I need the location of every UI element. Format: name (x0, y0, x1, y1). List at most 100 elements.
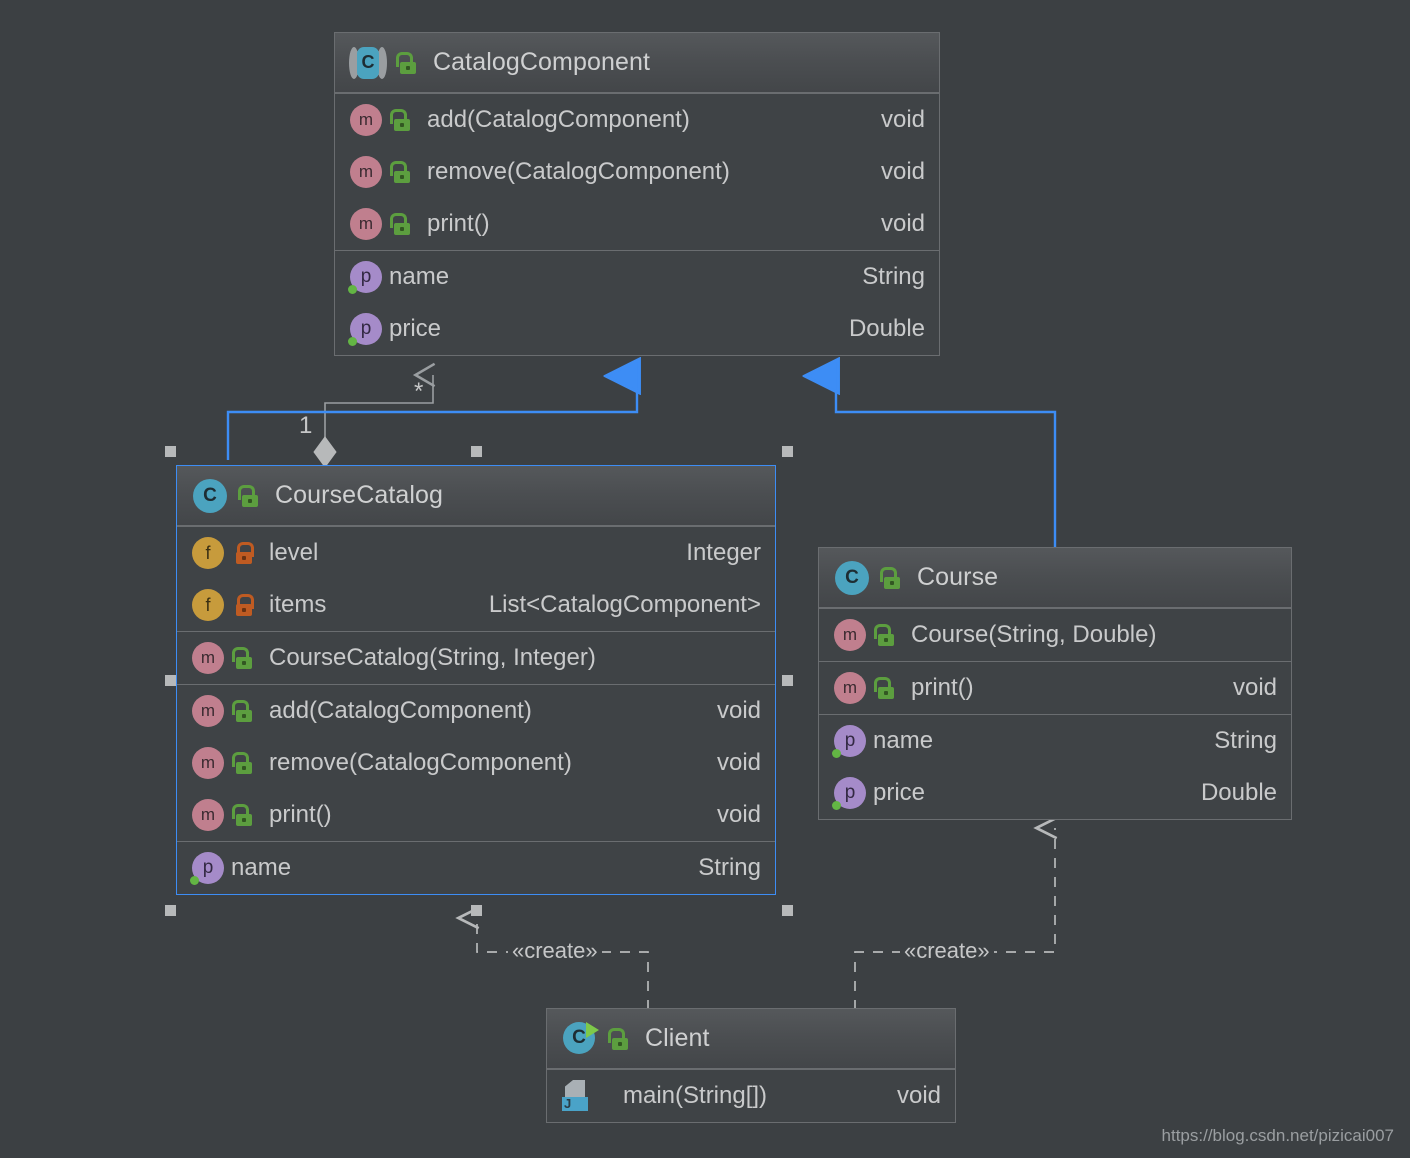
constructor-section: m Course(String, Double) (819, 608, 1291, 661)
member-row[interactable]: p price Double (819, 767, 1291, 819)
runnable-class-icon: C (561, 1020, 599, 1058)
selection-handle-top-center[interactable] (471, 446, 482, 457)
property-section: p name String (177, 841, 775, 894)
method-icon: m (349, 155, 383, 189)
uml-diagram-canvas[interactable]: CourseCatalog --> Course --> * 1 «create… (0, 0, 1410, 1158)
member-type: List<CatalogComponent> (488, 591, 761, 618)
member-label: name (389, 263, 450, 290)
selection-handle-middle-left[interactable] (165, 675, 176, 686)
unlock-green-icon (873, 622, 899, 648)
member-type: String (698, 854, 761, 881)
edge-inheritance-course-catalogcomponent (836, 376, 1057, 548)
selection-handle-bottom-center[interactable] (471, 905, 482, 916)
member-row[interactable]: m remove(CatalogComponent) void (335, 146, 939, 198)
property-icon: p (348, 260, 383, 294)
selection-handle-bottom-left[interactable] (165, 905, 176, 916)
member-row[interactable]: p name String (177, 842, 775, 894)
member-label: print() (911, 674, 974, 701)
class-node-coursecatalog[interactable]: C CourseCatalog f level Integer f items … (176, 465, 776, 895)
class-name-course: Course (917, 563, 999, 591)
member-label: main(String[]) (623, 1082, 768, 1109)
method-icon: m (191, 641, 225, 675)
property-icon: p (832, 776, 867, 810)
interface-icon: C (349, 44, 387, 82)
unlock-green-icon (879, 565, 905, 591)
method-icon: m (191, 798, 225, 832)
unlock-green-icon (395, 50, 421, 76)
selection-handle-middle-right[interactable] (782, 675, 793, 686)
method-icon: m (349, 103, 383, 137)
member-row[interactable]: p price Double (335, 303, 939, 355)
watermark-url: https://blog.csdn.net/pizicai007 (1161, 1126, 1394, 1145)
edge-dependency-client-coursecatalog (455, 906, 649, 1010)
java-main-icon: J (561, 1079, 595, 1113)
class-header-catalogcomponent: C CatalogComponent (335, 33, 939, 93)
class-icon: C (191, 477, 229, 515)
member-type: void (880, 210, 925, 237)
member-row[interactable]: m add(CatalogComponent) void (335, 94, 939, 146)
member-row[interactable]: m CourseCatalog(String, Integer) (177, 632, 775, 684)
property-icon: p (348, 312, 383, 346)
edge-inheritance-coursecatalog-catalogcomponent (226, 376, 637, 460)
member-row[interactable]: p name String (819, 715, 1291, 767)
member-type: void (880, 158, 925, 185)
member-type: void (880, 106, 925, 133)
member-row[interactable]: J main(String[]) void (547, 1070, 955, 1122)
unlock-green-icon (389, 211, 415, 237)
class-header-course: C Course (819, 548, 1291, 608)
class-header-client: C Client (547, 1009, 955, 1069)
member-row[interactable]: m print() void (819, 662, 1291, 714)
class-icon: C (833, 559, 871, 597)
unlock-green-icon (389, 159, 415, 185)
member-label: add(CatalogComponent) (427, 106, 690, 133)
selection-handle-top-left[interactable] (165, 446, 176, 457)
unlock-green-icon (231, 750, 257, 776)
member-label: add(CatalogComponent) (269, 697, 532, 724)
member-type: void (716, 697, 761, 724)
member-label: CourseCatalog(String, Integer) (269, 644, 596, 671)
method-section: m print() void (819, 661, 1291, 714)
member-label: print() (269, 801, 332, 828)
aggregation-source-multiplicity: 1 (299, 412, 313, 439)
member-row[interactable]: m add(CatalogComponent) void (177, 685, 775, 737)
class-header-coursecatalog: C CourseCatalog (177, 466, 775, 526)
class-node-catalogcomponent[interactable]: C CatalogComponent m add(CatalogComponen… (334, 32, 940, 356)
member-label: print() (427, 210, 490, 237)
class-name-client: Client (645, 1024, 710, 1052)
member-row[interactable]: f level Integer (177, 527, 775, 579)
unlock-green-icon (607, 1026, 633, 1052)
field-icon: f (191, 536, 225, 570)
member-row[interactable]: p name String (335, 251, 939, 303)
member-label: name (873, 727, 934, 754)
field-section: f level Integer f items List<CatalogComp… (177, 526, 775, 631)
method-icon: m (191, 694, 225, 728)
member-type: void (716, 749, 761, 776)
member-row[interactable]: m print() void (177, 789, 775, 841)
selection-handle-top-right[interactable] (782, 446, 793, 457)
method-icon: m (833, 618, 867, 652)
selection-handle-bottom-right[interactable] (782, 905, 793, 916)
property-icon: p (190, 851, 225, 885)
dependency-stereotype-course: «create» (900, 938, 994, 964)
class-node-client[interactable]: C Client J main(String[]) void (546, 1008, 956, 1123)
member-label: Course(String, Double) (911, 621, 1157, 648)
constructor-section: m CourseCatalog(String, Integer) (177, 631, 775, 684)
member-label: remove(CatalogComponent) (269, 749, 572, 776)
lock-orange-icon (231, 540, 257, 566)
member-label: remove(CatalogComponent) (427, 158, 730, 185)
class-node-course[interactable]: C Course m Course(String, Double) m prin… (818, 547, 1292, 820)
method-icon: m (349, 207, 383, 241)
member-type: Double (848, 315, 925, 342)
member-row[interactable]: f items List<CatalogComponent> (177, 579, 775, 631)
member-row[interactable]: m remove(CatalogComponent) void (177, 737, 775, 789)
method-section: J main(String[]) void (547, 1069, 955, 1122)
member-type: void (716, 801, 761, 828)
member-row[interactable]: m Course(String, Double) (819, 609, 1291, 661)
member-type: void (896, 1082, 941, 1109)
member-type: String (862, 263, 925, 290)
lock-orange-icon (231, 592, 257, 618)
unlock-green-icon (389, 107, 415, 133)
member-row[interactable]: m print() void (335, 198, 939, 250)
aggregation-target-multiplicity: * (414, 378, 424, 405)
member-type: Double (1200, 779, 1277, 806)
